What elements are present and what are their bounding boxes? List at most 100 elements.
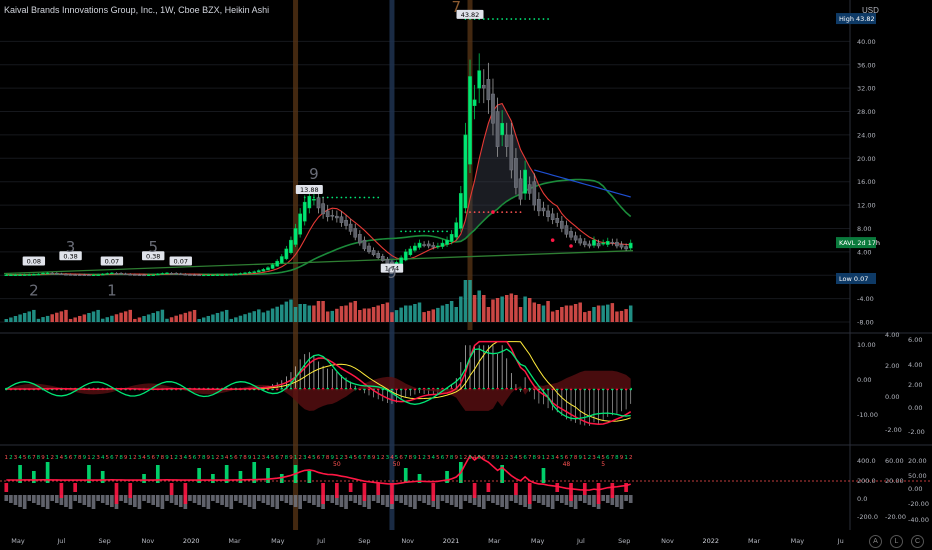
level-dot: [326, 196, 329, 199]
volume-bar: [174, 315, 178, 322]
td-digit: 6: [606, 455, 610, 461]
volume-bar: [573, 304, 578, 322]
td-digit: 6: [482, 455, 486, 461]
osc-axis-label: 0.00: [857, 376, 871, 384]
momentum-bar: [279, 495, 284, 501]
volume-bar: [68, 318, 73, 322]
candle-body: [523, 169, 527, 194]
candle-body: [449, 234, 454, 242]
candle-body: [132, 274, 137, 276]
price-axis-label: 8.00: [857, 225, 871, 233]
momentum-spike: [596, 483, 601, 504]
td-digit: 9: [413, 455, 417, 461]
td-digit: 8: [285, 455, 289, 461]
level-dot: [368, 196, 370, 199]
td-digit: 8: [202, 455, 206, 461]
td-digit: 6: [110, 455, 114, 461]
momentum-bar: [380, 495, 385, 505]
candle-body: [64, 273, 68, 276]
momentum-bar: [514, 495, 518, 503]
volume-bar: [422, 312, 426, 322]
volume-bar: [78, 315, 82, 322]
volume-bar: [587, 310, 592, 322]
time-axis-label: May: [791, 537, 805, 545]
candle-body: [422, 244, 426, 246]
time-axis-label: Jul: [56, 537, 65, 545]
volume-bar: [445, 304, 449, 322]
candle-body: [569, 231, 573, 238]
signal-dot: [491, 210, 495, 214]
momentum-bar: [133, 495, 137, 507]
momentum-bar: [165, 495, 169, 501]
td-digit: 2: [422, 455, 426, 461]
td-digit: 1: [624, 455, 628, 461]
momentum-bar: [413, 495, 417, 509]
volume-bar: [238, 315, 243, 322]
td-digit: 5: [519, 455, 523, 461]
candle-body: [495, 111, 500, 147]
candle-body: [87, 274, 91, 277]
momentum-axis-label: -200.0: [857, 513, 878, 521]
low-badge: Low 0.07: [839, 275, 868, 283]
level-dot: [515, 211, 517, 213]
level-dot: [340, 196, 343, 199]
candle-body: [73, 274, 78, 276]
td-digit: 9: [620, 455, 624, 461]
td-digit: 5: [312, 455, 316, 461]
price-axis-label: -8.00: [857, 319, 874, 327]
momentum-bar: [270, 495, 275, 507]
momentum-spike: [555, 483, 560, 492]
config-icon[interactable]: C: [911, 535, 924, 548]
td-digit: 4: [101, 455, 105, 461]
volume-bar: [619, 310, 624, 322]
price-axis-label: 32.00: [857, 85, 876, 93]
momentum-bar: [220, 495, 224, 505]
candle-body: [238, 273, 243, 275]
volume-bar: [335, 308, 339, 322]
volume-bar: [119, 312, 123, 322]
price-axis-label: 24.00: [857, 131, 876, 139]
momentum-spike: [348, 483, 353, 492]
volume-bar: [188, 311, 192, 322]
momentum-bar: [537, 495, 541, 503]
volume-bar: [408, 305, 413, 322]
momentum-bar: [256, 495, 261, 501]
candle-body: [559, 220, 564, 229]
auto-scale-icon[interactable]: A: [869, 535, 882, 548]
price-axis-label: -4.00: [857, 295, 874, 303]
td-digit: 9: [207, 455, 211, 461]
momentum-bar: [41, 495, 45, 507]
time-axis-label: Mar: [488, 537, 501, 545]
level-dot: [418, 230, 421, 233]
level-dot: [446, 230, 448, 233]
td-digit: 4: [18, 455, 22, 461]
volume-bar: [371, 307, 376, 322]
momentum-spike: [390, 483, 394, 504]
volume-bar: [399, 307, 403, 322]
momentum-bar: [550, 495, 555, 509]
volume-bar: [454, 307, 458, 322]
volume-bar: [156, 311, 160, 322]
candle-body: [537, 198, 541, 212]
volume-bar: [555, 310, 559, 322]
volume-bar: [96, 309, 100, 322]
log-scale-icon[interactable]: L: [890, 535, 903, 548]
candle-body: [546, 210, 550, 218]
chart-canvas[interactable]: 43.8213.881.740.080.380.070.380.07231599…: [0, 0, 932, 550]
td-digit: 3: [592, 455, 596, 461]
td-digit: 8: [409, 455, 413, 461]
td-digit: 1: [583, 455, 587, 461]
osc-axis-label: 6.00: [908, 336, 922, 344]
volume-bar: [36, 318, 41, 322]
peak-label: 43.82: [461, 11, 480, 19]
volume-bar: [358, 310, 362, 322]
time-axis-label: Mar: [228, 537, 241, 545]
candle-body: [468, 76, 472, 165]
momentum-spike: [73, 483, 78, 492]
volume-bar: [243, 314, 247, 322]
candle-body: [22, 274, 27, 276]
momentum-spike: [376, 483, 381, 495]
momentum-bar: [458, 495, 463, 509]
volume-bar: [114, 314, 119, 322]
level-dot: [501, 211, 504, 213]
